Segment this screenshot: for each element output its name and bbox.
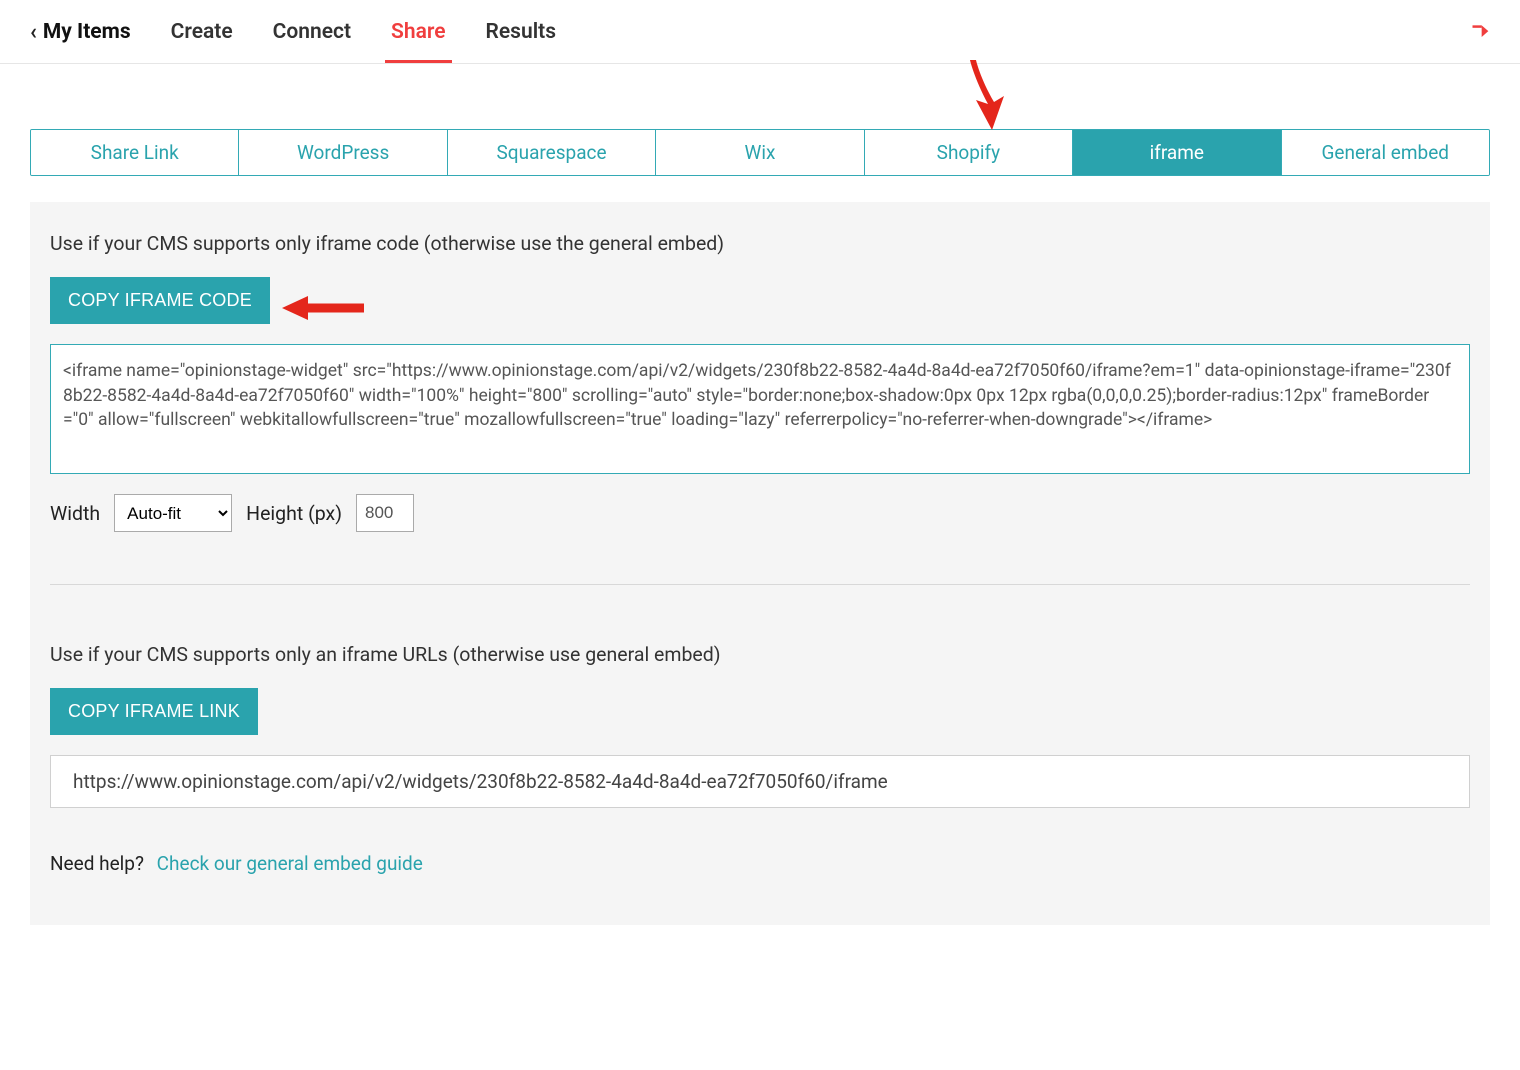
help-text: Need help?	[50, 852, 144, 875]
brand-icon	[1470, 22, 1490, 42]
iframe-link-box[interactable]: https://www.opinionstage.com/api/v2/widg…	[50, 755, 1470, 808]
tab-squarespace[interactable]: Squarespace	[448, 130, 656, 175]
tab-iframe[interactable]: iframe	[1073, 130, 1281, 175]
iframe-code-desc: Use if your CMS supports only iframe cod…	[50, 232, 1470, 255]
share-page: Share Link WordPress Squarespace Wix Sho…	[0, 129, 1520, 925]
help-row: Need help? Check our general embed guide	[50, 852, 1470, 875]
copy-iframe-link-button[interactable]: COPY IFRAME LINK	[50, 688, 258, 735]
iframe-link-desc: Use if your CMS supports only an iframe …	[50, 643, 1470, 666]
dimensions-row: Width Auto-fit Height (px)	[50, 494, 1470, 532]
nav-share[interactable]: Share	[391, 2, 445, 62]
tab-general-embed[interactable]: General embed	[1282, 130, 1489, 175]
width-select[interactable]: Auto-fit	[114, 494, 232, 532]
embed-type-tabs: Share Link WordPress Squarespace Wix Sho…	[30, 129, 1490, 176]
tab-shopify[interactable]: Shopify	[865, 130, 1073, 175]
annotation-arrow-to-iframe-tab	[962, 60, 1012, 134]
tab-share-link[interactable]: Share Link	[31, 130, 239, 175]
top-nav: ‹ My Items Create Connect Share Results	[0, 0, 1520, 64]
section-divider	[50, 584, 1470, 585]
copy-iframe-code-button[interactable]: COPY IFRAME CODE	[50, 277, 270, 324]
nav-create[interactable]: Create	[171, 2, 233, 62]
height-input[interactable]	[356, 494, 414, 532]
back-chevron-icon[interactable]: ‹	[30, 20, 37, 45]
tab-wix[interactable]: Wix	[656, 130, 864, 175]
width-label: Width	[50, 502, 100, 525]
my-items-link[interactable]: My Items	[43, 20, 131, 44]
nav-results[interactable]: Results	[486, 2, 556, 62]
iframe-code-textarea[interactable]	[50, 344, 1470, 474]
tab-wordpress[interactable]: WordPress	[239, 130, 447, 175]
help-link[interactable]: Check our general embed guide	[157, 852, 423, 875]
height-label: Height (px)	[246, 502, 342, 525]
nav-connect[interactable]: Connect	[273, 2, 351, 62]
iframe-panel: Use if your CMS supports only iframe cod…	[30, 202, 1490, 925]
